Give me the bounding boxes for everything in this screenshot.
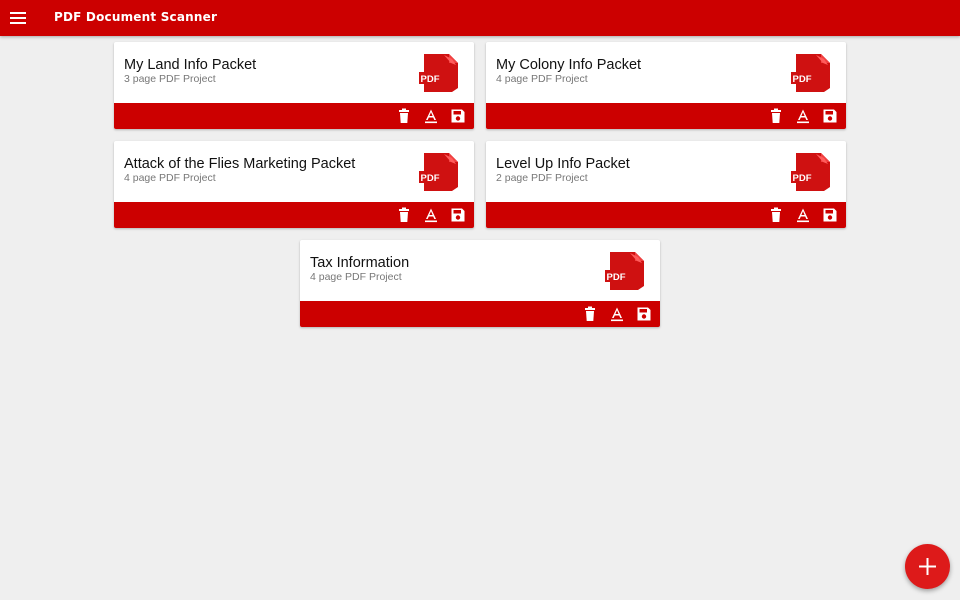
rename-icon[interactable] [423, 207, 439, 223]
rename-icon[interactable] [795, 207, 811, 223]
pdf-file-icon: PDF [791, 153, 830, 191]
rename-icon[interactable] [609, 306, 625, 322]
project-subtitle: 4 page PDF Project [124, 172, 216, 184]
project-title: My Land Info Packet [124, 57, 257, 73]
trash-icon[interactable] [768, 207, 784, 223]
svg-text:PDF: PDF [607, 272, 626, 283]
project-card[interactable]: Attack of the Flies Marketing Packet 4 p… [114, 141, 474, 228]
project-actions-bar [486, 202, 846, 228]
project-actions-bar [114, 202, 474, 228]
project-card[interactable]: Tax Information 4 page PDF Project PDF [300, 240, 660, 327]
app-bar: PDF Document Scanner [0, 0, 960, 36]
app-title: PDF Document Scanner [54, 10, 218, 24]
save-icon[interactable] [450, 207, 466, 223]
project-subtitle: 4 page PDF Project [496, 73, 588, 85]
menu-icon [10, 12, 26, 14]
menu-icon-line [10, 22, 26, 24]
pdf-file-icon: PDF [605, 252, 644, 290]
plus-icon [919, 558, 936, 575]
rename-icon[interactable] [423, 108, 439, 124]
trash-icon[interactable] [768, 108, 784, 124]
project-title: Attack of the Flies Marketing Packet [124, 156, 356, 172]
project-title: My Colony Info Packet [496, 57, 642, 73]
rename-icon[interactable] [795, 108, 811, 124]
project-card[interactable]: Level Up Info Packet 2 page PDF Project … [486, 141, 846, 228]
trash-icon[interactable] [582, 306, 598, 322]
add-project-button[interactable] [905, 544, 950, 589]
project-subtitle: 4 page PDF Project [310, 271, 402, 283]
pdf-file-icon: PDF [419, 153, 458, 191]
project-actions-bar [300, 301, 660, 327]
svg-text:PDF: PDF [421, 74, 440, 85]
trash-icon[interactable] [396, 207, 412, 223]
project-subtitle: 3 page PDF Project [124, 73, 216, 85]
menu-icon-line [10, 17, 26, 19]
pdf-file-icon: PDF [791, 54, 830, 92]
project-title: Tax Information [310, 255, 410, 271]
save-icon[interactable] [636, 306, 652, 322]
save-icon[interactable] [822, 108, 838, 124]
save-icon[interactable] [822, 207, 838, 223]
project-card[interactable]: My Colony Info Packet 4 page PDF Project… [486, 42, 846, 129]
project-actions-bar [486, 103, 846, 129]
svg-text:PDF: PDF [421, 173, 440, 184]
svg-text:PDF: PDF [793, 74, 812, 85]
project-subtitle: 2 page PDF Project [496, 172, 588, 184]
save-icon[interactable] [450, 108, 466, 124]
svg-text:PDF: PDF [793, 173, 812, 184]
project-actions-bar [114, 103, 474, 129]
project-title: Level Up Info Packet [496, 156, 630, 172]
menu-button[interactable] [8, 8, 28, 28]
project-card[interactable]: My Land Info Packet 3 page PDF Project P… [114, 42, 474, 129]
trash-icon[interactable] [396, 108, 412, 124]
pdf-file-icon: PDF [419, 54, 458, 92]
